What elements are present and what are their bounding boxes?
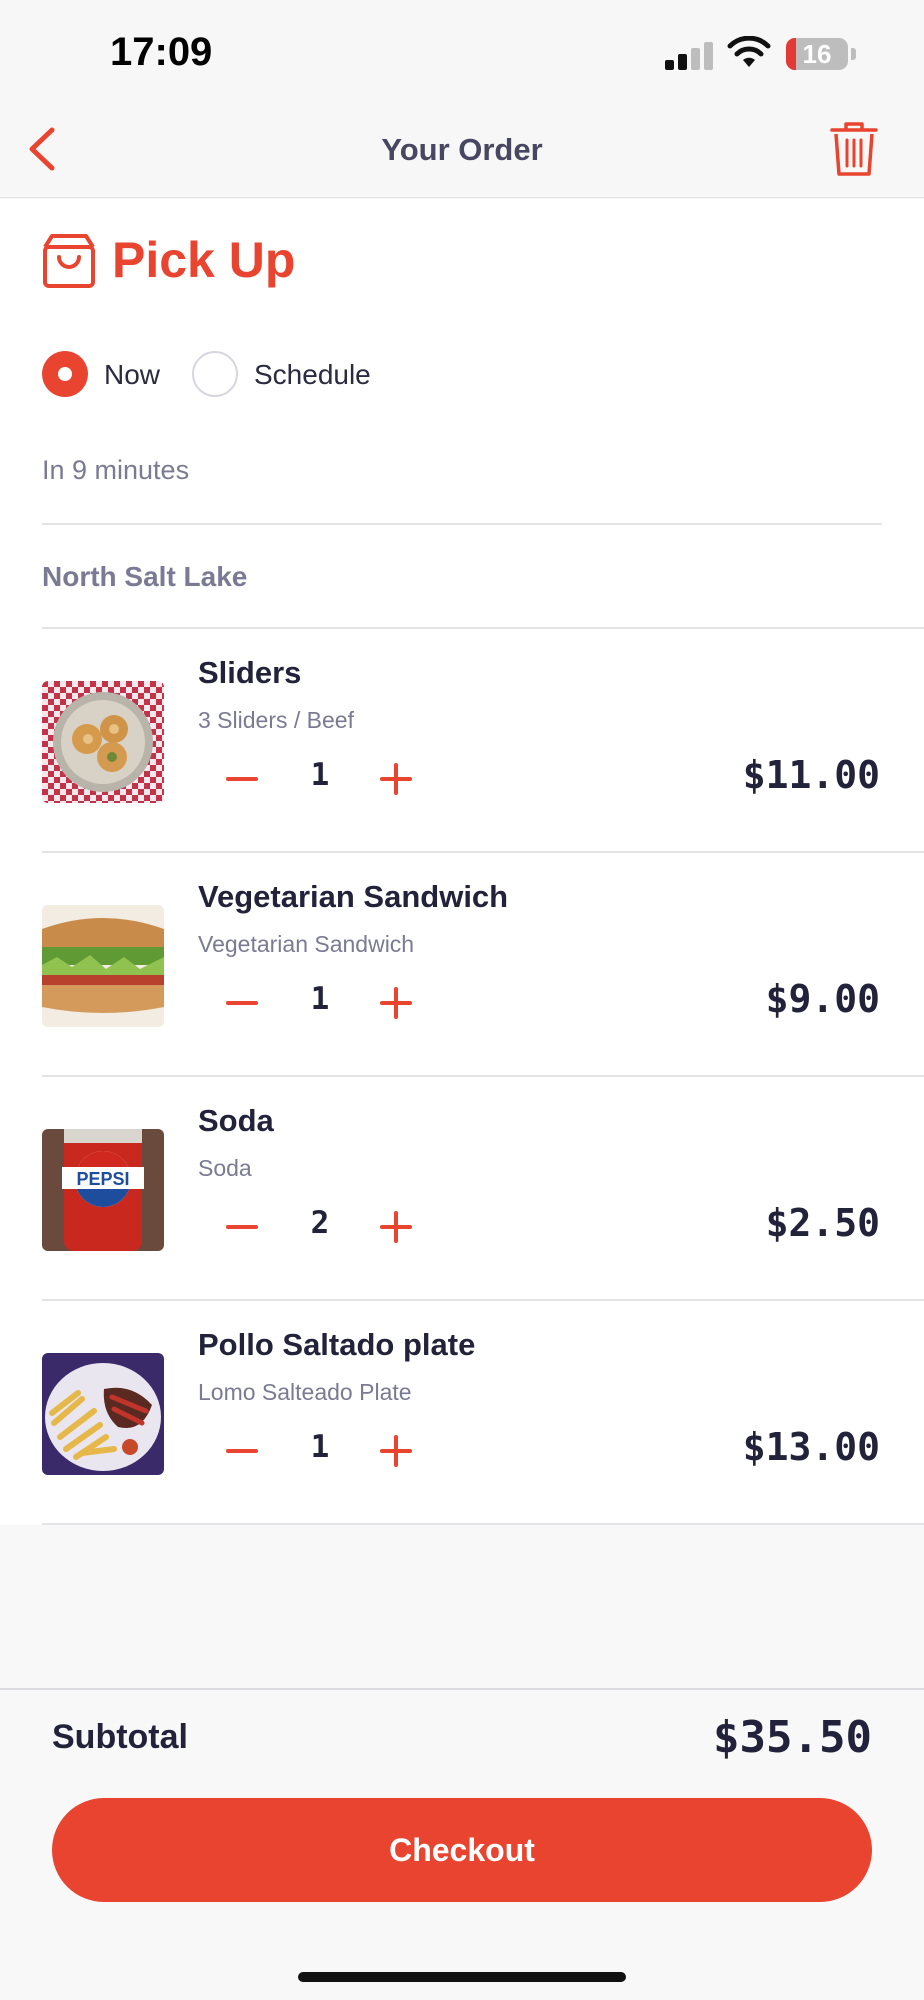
home-indicator [298,1972,626,1982]
item-description: Lomo Salteado Plate [198,1379,412,1405]
order-item: PEPSI Soda Soda 2 $2.50 [0,1077,924,1301]
soda-can-photo: PEPSI [42,1129,164,1251]
battery-tip [851,48,856,60]
footer-divider [0,1688,924,1690]
checkout-button[interactable]: Checkout [52,1798,872,1902]
item-name: Vegetarian Sandwich [198,879,509,914]
battery-level: 16 [802,39,832,69]
divider [42,523,882,525]
increase-quantity-button[interactable] [376,981,416,1025]
trash-icon[interactable] [828,120,880,178]
item-price: $9.00 [765,977,880,1021]
increase-quantity-button[interactable] [376,757,416,801]
subtotal-value: $35.50 [713,1712,872,1763]
decrease-quantity-button[interactable] [222,981,262,1025]
fulfillment-mode: Pick Up [112,232,296,288]
radio-selected-indicator [42,351,88,397]
page-title: Your Order [381,132,543,167]
increase-quantity-button[interactable] [376,1205,416,1249]
order-sheet: Pick Up Now Schedule In 9 minutes North … [0,199,924,1525]
item-name: Soda [198,1103,274,1138]
item-price: $13.00 [742,1425,880,1469]
item-quantity: 1 [310,981,330,1017]
sandwich-photo [42,905,164,1027]
item-name: Pollo Saltado plate [198,1327,476,1362]
radio-now[interactable]: Now [42,351,182,399]
sliders-photo [42,681,164,803]
radio-schedule[interactable]: Schedule [192,351,392,399]
item-name: Sliders [198,655,302,690]
decrease-quantity-button[interactable] [222,757,262,801]
order-item: Pollo Saltado plate Lomo Salteado Plate … [0,1301,924,1525]
order-item: Vegetarian Sandwich Vegetarian Sandwich … [0,853,924,1077]
item-description: 3 Sliders / Beef [198,707,354,733]
order-items-list: Sliders 3 Sliders / Beef 1 $11.00 Vegeta… [0,629,924,1525]
increase-quantity-button[interactable] [376,1429,416,1473]
radio-now-label: Now [104,359,161,390]
item-quantity: 1 [310,757,330,793]
status-time: 17:09 [110,30,213,74]
radio-unselected-indicator [192,351,238,397]
saltado-plate-photo [42,1353,164,1475]
item-quantity: 2 [310,1205,330,1241]
shopping-bag-icon [43,234,95,288]
item-price: $2.50 [765,1201,880,1245]
status-bar: 17:09 16 [0,0,924,100]
nav-bar: Your Order [0,100,924,198]
subtotal-label: Subtotal [52,1718,188,1756]
decrease-quantity-button[interactable] [222,1205,262,1249]
soda-logo-text: PEPSI [76,1169,129,1189]
wifi-icon [727,36,771,67]
pickup-eta: In 9 minutes [42,455,190,485]
order-item: Sliders 3 Sliders / Beef 1 $11.00 [0,629,924,853]
battery-icon: 16 [786,38,848,70]
item-price: $11.00 [742,753,880,797]
decrease-quantity-button[interactable] [222,1429,262,1473]
item-quantity: 1 [310,1429,330,1465]
store-location: North Salt Lake [42,561,248,592]
item-description: Vegetarian Sandwich [198,931,415,957]
radio-schedule-label: Schedule [254,359,371,390]
item-description: Soda [198,1155,252,1181]
cellular-signal-icon [665,40,713,70]
